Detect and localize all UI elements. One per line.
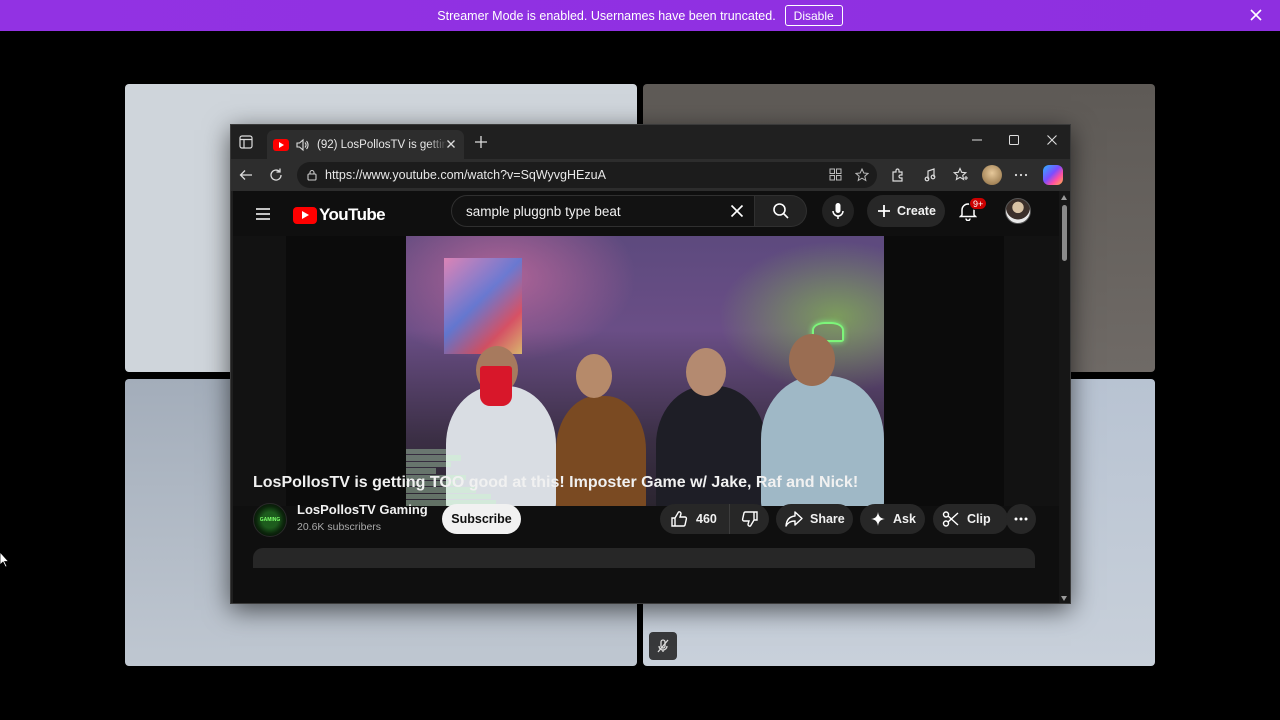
reload-icon[interactable] <box>268 167 284 183</box>
notification-badge: 9+ <box>969 197 988 210</box>
site-info-icon[interactable] <box>306 169 318 181</box>
youtube-page: YouTube sample pluggnb type beat Create … <box>233 191 1059 603</box>
scroll-up-icon[interactable] <box>1061 195 1067 200</box>
muted-mic-icon <box>649 632 677 660</box>
tab-title: (92) LosPollosTV is getting TOO good at … <box>317 138 447 151</box>
video-player[interactable] <box>233 236 1059 506</box>
more-options-icon[interactable] <box>1013 167 1029 183</box>
scroll-down-icon[interactable] <box>1061 596 1067 601</box>
copilot-icon[interactable] <box>1043 165 1063 185</box>
like-dislike-group: 460 <box>660 504 769 534</box>
youtube-logo[interactable]: YouTube <box>293 205 386 225</box>
more-horizontal-icon <box>1014 517 1028 521</box>
clear-search-icon[interactable] <box>730 204 744 218</box>
video-person-head <box>576 354 612 398</box>
tab-actions-icon[interactable] <box>239 135 253 149</box>
back-icon[interactable] <box>238 167 254 183</box>
plus-icon <box>878 205 890 217</box>
extensions-icon[interactable] <box>890 167 906 183</box>
browser-tab-active[interactable]: (92) LosPollosTV is getting TOO good at … <box>267 130 464 159</box>
scissors-icon <box>942 511 959 527</box>
channel-avatar-text: GAMING <box>259 517 281 523</box>
player-right-side <box>1004 236 1059 506</box>
favorites-icon[interactable] <box>953 167 969 183</box>
subscriber-count: 20.6K subscribers <box>297 521 382 533</box>
like-button[interactable]: 460 <box>660 504 730 534</box>
window-close-icon[interactable] <box>1046 134 1058 146</box>
thumbs-down-icon <box>741 511 758 527</box>
description-box[interactable] <box>253 548 1035 568</box>
youtube-play-logo-icon <box>293 206 317 224</box>
tab-close-icon[interactable] <box>446 139 456 149</box>
like-count: 460 <box>696 512 717 526</box>
scrollbar-thumb[interactable] <box>1062 205 1067 261</box>
maximize-icon[interactable] <box>1008 134 1020 146</box>
channel-name[interactable]: LosPollosTV Gaming <box>297 502 428 517</box>
ask-button[interactable]: Ask <box>860 504 925 534</box>
disable-streamer-mode-button[interactable]: Disable <box>784 5 843 26</box>
video-red-cup <box>480 366 512 406</box>
streamer-mode-message: Streamer Mode is enabled. Usernames have… <box>437 8 776 23</box>
app-available-icon[interactable] <box>829 168 842 181</box>
new-tab-icon[interactable] <box>474 135 488 149</box>
player-left-side <box>233 236 286 506</box>
favorite-star-icon[interactable] <box>855 168 869 182</box>
profile-avatar[interactable] <box>982 165 1002 185</box>
microphone-icon <box>832 203 844 219</box>
browser-titlebar: (92) LosPollosTV is getting TOO good at … <box>231 125 1070 159</box>
ask-label: Ask <box>893 512 916 526</box>
search-button[interactable] <box>755 195 807 227</box>
clip-label: Clip <box>967 512 991 526</box>
share-icon <box>785 511 803 527</box>
close-icon[interactable] <box>1248 7 1264 23</box>
video-person-head <box>789 334 835 386</box>
player-letterbox-right <box>884 236 1004 506</box>
video-frame[interactable] <box>406 236 884 506</box>
video-person-head <box>686 348 726 396</box>
create-label: Create <box>897 204 936 218</box>
account-avatar[interactable] <box>1005 198 1031 224</box>
subscribe-button[interactable]: Subscribe <box>442 504 521 534</box>
share-button[interactable]: Share <box>776 504 853 534</box>
browser-toolbar: https://www.youtube.com/watch?v=SqWyvgHE… <box>231 159 1070 191</box>
url-text: https://www.youtube.com/watch?v=SqWyvgHE… <box>325 168 606 182</box>
address-bar[interactable]: https://www.youtube.com/watch?v=SqWyvgHE… <box>297 162 877 188</box>
search-query: sample pluggnb type beat <box>466 203 621 219</box>
dislike-button[interactable] <box>730 504 769 534</box>
player-letterbox-left <box>286 236 406 506</box>
create-button[interactable]: Create <box>867 195 945 227</box>
video-title: LosPollosTV is getting TOO good at this!… <box>253 474 859 491</box>
search-icon <box>772 203 789 219</box>
youtube-logo-text: YouTube <box>319 205 386 224</box>
youtube-favicon-icon <box>273 138 289 151</box>
streamer-mode-banner: Streamer Mode is enabled. Usernames have… <box>0 0 1280 31</box>
speaker-icon[interactable] <box>295 138 309 152</box>
mouse-cursor-icon <box>0 552 10 568</box>
channel-avatar[interactable]: GAMING <box>253 503 287 537</box>
voice-search-button[interactable] <box>822 195 854 227</box>
clip-button[interactable]: Clip <box>933 504 1008 534</box>
read-aloud-icon[interactable] <box>924 167 940 183</box>
share-label: Share <box>810 512 845 526</box>
more-actions-button[interactable] <box>1006 504 1036 534</box>
notifications-button[interactable]: 9+ <box>958 197 988 226</box>
sparkle-icon <box>871 512 885 526</box>
page-scrollbar[interactable] <box>1059 191 1070 603</box>
thumbs-up-icon <box>671 511 688 527</box>
hamburger-menu-icon[interactable] <box>255 207 271 221</box>
browser-window: (92) LosPollosTV is getting TOO good at … <box>230 124 1071 604</box>
video-poster <box>444 258 522 354</box>
minimize-icon[interactable] <box>971 134 983 146</box>
search-input[interactable]: sample pluggnb type beat <box>451 195 755 227</box>
